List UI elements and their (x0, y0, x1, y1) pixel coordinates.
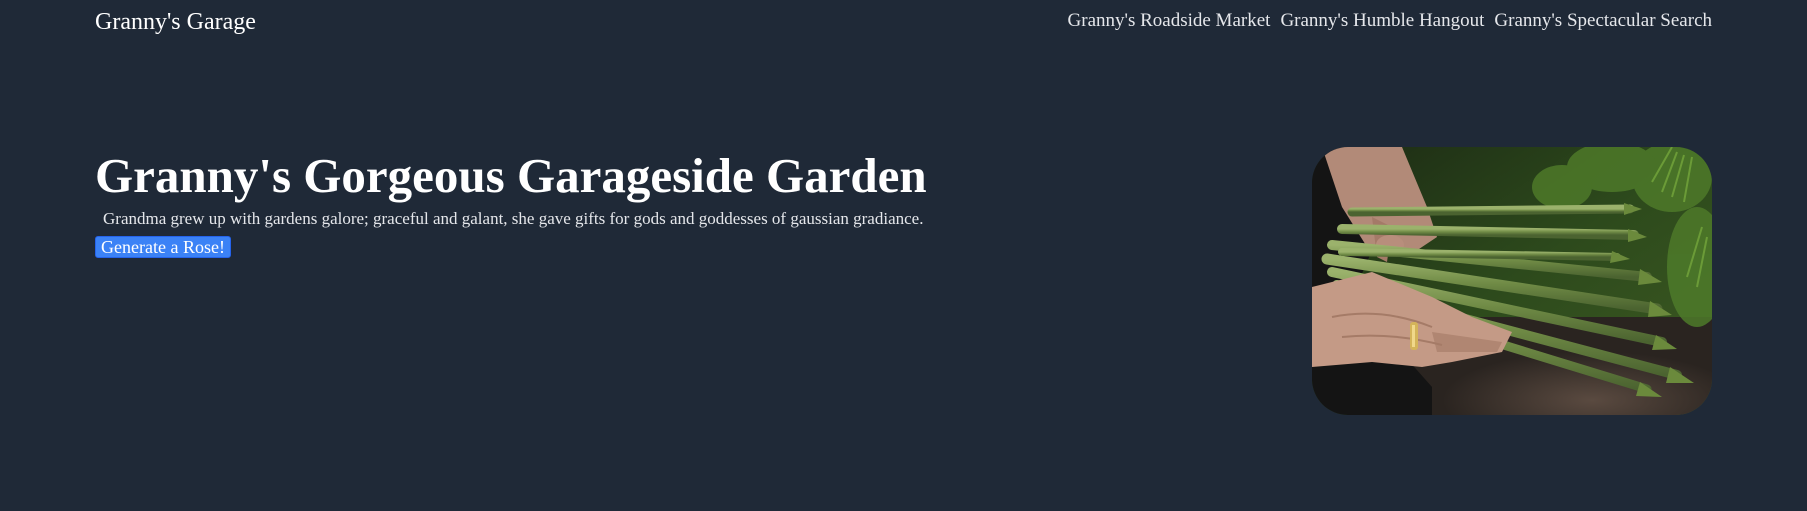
nav-link-humble-hangout[interactable]: Granny's Humble Hangout (1280, 10, 1484, 32)
nav-link-roadside-market[interactable]: Granny's Roadside Market (1068, 10, 1271, 32)
navbar: Granny's Garage Granny's Roadside Market… (0, 0, 1807, 44)
hero-title: Granny's Gorgeous Garageside Garden (95, 148, 927, 203)
hero-image-asparagus (1312, 147, 1712, 415)
nav-links: Granny's Roadside Market Granny's Humble… (1068, 10, 1712, 32)
generate-rose-button[interactable]: Generate a Rose! (95, 236, 231, 258)
nav-link-spectacular-search[interactable]: Granny's Spectacular Search (1494, 10, 1712, 32)
asparagus-illustration (1312, 147, 1712, 415)
brand-link[interactable]: Granny's Garage (95, 8, 256, 36)
hero-subtitle: Grandma grew up with gardens galore; gra… (103, 209, 924, 228)
